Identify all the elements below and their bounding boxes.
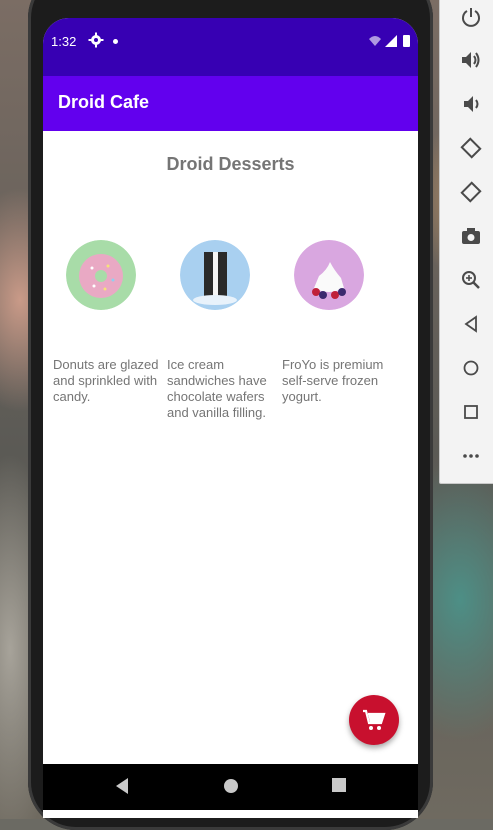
system-status-icons	[369, 35, 410, 47]
screenshot-icon[interactable]	[460, 225, 482, 247]
more-icon[interactable]	[460, 445, 482, 467]
donut-image[interactable]	[66, 240, 136, 310]
back-icon[interactable]	[460, 313, 482, 335]
cart-fab-button[interactable]	[349, 695, 399, 745]
emulator-toolbar	[439, 0, 493, 484]
app-screen: 1:32 Droid Cafe Droid Desserts Donuts ar…	[43, 18, 418, 818]
page-title: Droid Desserts	[166, 154, 295, 174]
app-title: Droid Cafe	[58, 92, 150, 112]
cart-icon	[363, 709, 386, 730]
notification-dot-icon	[113, 39, 118, 44]
froyo-description: FroYo is premium self-serve frozen yogur…	[282, 357, 384, 404]
donut-description: Donuts are glazed and sprinkled with can…	[53, 357, 159, 404]
overview-icon[interactable]	[460, 401, 482, 423]
volume-down-icon[interactable]	[460, 93, 482, 115]
zoom-icon[interactable]	[460, 269, 482, 291]
froyo-image[interactable]	[294, 240, 364, 310]
ice-cream-sandwich-image[interactable]	[180, 240, 250, 310]
volume-up-icon[interactable]	[460, 49, 482, 71]
power-icon[interactable]	[460, 6, 482, 28]
app-bar: Droid Cafe	[43, 76, 418, 131]
status-bar: 1:32	[43, 18, 418, 76]
nav-home-icon[interactable]	[222, 777, 240, 795]
ice-cream-sandwich-description: Ice cream sandwiches have chocolate wafe…	[167, 357, 267, 420]
nav-overview-icon[interactable]	[331, 777, 347, 793]
status-time: 1:32	[51, 34, 77, 49]
rotate-left-icon[interactable]	[460, 137, 482, 159]
nav-back-icon[interactable]	[114, 777, 130, 795]
settings-gear-icon	[88, 32, 104, 48]
rotate-right-icon[interactable]	[460, 181, 482, 203]
system-nav-bar	[43, 764, 418, 810]
home-icon[interactable]	[460, 357, 482, 379]
